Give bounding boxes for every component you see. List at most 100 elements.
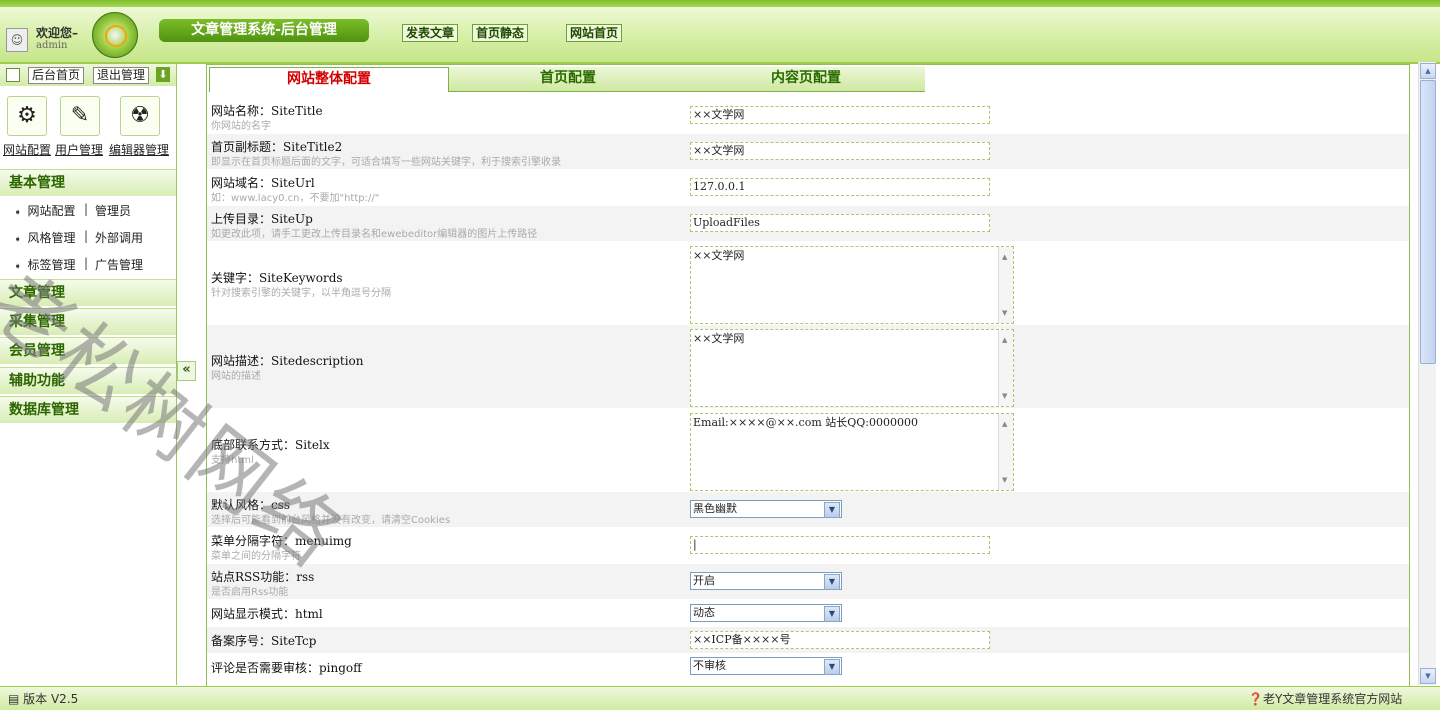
form-row-site-url: 网站域名：SiteUrl 如：www.lacy0.cn，不要加"http://"…: [207, 170, 1409, 205]
contact-textarea[interactable]: Email:××××@××.com 站长QQ:0000000 ▲ ▼: [690, 413, 1014, 491]
document-icon: ▤: [8, 692, 24, 706]
top-header: ☺ 欢迎您– admin 文章管理系统-后台管理 发表文章 首页静态 网站首页: [0, 0, 1440, 64]
chevron-down-icon[interactable]: ▼: [824, 502, 840, 518]
quick-link-user-management[interactable]: 用户管理: [55, 141, 103, 158]
tab-content-page-config[interactable]: 内容页配置: [687, 67, 925, 92]
quick-link-site-config[interactable]: 网站配置: [3, 141, 51, 158]
menu-item-ad-management[interactable]: 广告管理: [95, 256, 143, 273]
arrow-down-icon[interactable]: ⬇: [156, 67, 170, 82]
status-bar: ▤ 版本 V2.5 ❓老Y文章管理系统官方网站: [0, 686, 1440, 710]
welcome-text: 欢迎您–: [36, 26, 79, 40]
field-hint: 即显示在首页标题后面的文字，可适合填写一些网站关键字，利于搜索引擎收录: [211, 157, 561, 168]
help-icon: ❓: [1248, 692, 1263, 706]
site-url-input[interactable]: 127.0.0.1: [690, 178, 990, 196]
field-hint: 支持html: [211, 455, 254, 466]
field-hint: 选择后可能看到前台风格并没有改变，请清空Cookies: [211, 515, 451, 526]
section-basic-management[interactable]: 基本管理: [0, 169, 176, 196]
header-top-bar: [0, 0, 1440, 7]
form-row-default-style: 默认风格：css 选择后可能看到前台风格并没有改变，请清空Cookies 黑色幽…: [207, 492, 1409, 527]
publish-article-link[interactable]: 发表文章: [402, 24, 459, 42]
official-site-link[interactable]: ❓老Y文章管理系统官方网站: [1248, 690, 1402, 707]
menu-item-tag-management[interactable]: ➧ 标签管理: [14, 256, 76, 273]
system-title: 文章管理系统-后台管理: [159, 19, 369, 42]
version-label: ▤ 版本 V2.5: [8, 692, 79, 706]
menu-item-site-config[interactable]: ➧ 网站配置: [14, 202, 76, 219]
main-panel: 网站整体配置 首页配置 内容页配置 网站名称：SiteTitle 你网站的名字 …: [206, 64, 1410, 687]
field-hint: 如更改此项，请手工更改上传目录名和ewebeditor编辑器的图片上传路径: [211, 229, 538, 240]
scroll-down-icon[interactable]: ▼: [1420, 668, 1436, 684]
logout-button[interactable]: 退出管理: [93, 67, 150, 84]
sidebar-toolbar: 后台首页 退出管理 ⬇: [0, 64, 176, 86]
collapse-sidebar-icon[interactable]: «: [177, 361, 196, 381]
site-title-input[interactable]: ××文学网: [690, 106, 990, 124]
section-article-management[interactable]: 文章管理: [0, 279, 176, 306]
section-member-management[interactable]: 会员管理: [0, 337, 176, 364]
section-auxiliary-functions[interactable]: 辅助功能: [0, 367, 176, 394]
gears-icon[interactable]: ⚙: [7, 96, 47, 136]
chevron-down-icon[interactable]: ▼: [824, 574, 840, 590]
default-style-select[interactable]: 黑色幽默 ▼: [690, 500, 842, 518]
textarea-scrollbar[interactable]: ▲ ▼: [998, 247, 1013, 323]
menu-item-style-management[interactable]: ➧ 风格管理: [14, 229, 76, 246]
display-mode-select[interactable]: 动态 ▼: [690, 604, 842, 622]
separator: |: [84, 202, 89, 216]
description-textarea[interactable]: ××文学网 ▲ ▼: [690, 329, 1014, 407]
form-row-menu-separator: 菜单分隔字符：menuimg 菜单之间的分隔字符 |: [207, 528, 1409, 563]
upload-dir-input[interactable]: UploadFiles: [690, 214, 990, 232]
form-row-icp: 备案序号：SiteTcp ××ICP备××××号: [207, 627, 1409, 653]
welcome-box: ☺ 欢迎您– admin: [0, 12, 88, 60]
user-icon: ☺: [6, 28, 28, 52]
menu-item-administrator[interactable]: 管理员: [95, 202, 131, 219]
admin-home-button[interactable]: 后台首页: [28, 67, 85, 84]
quick-link-editor-management[interactable]: 编辑器管理: [109, 141, 169, 158]
section-database-management[interactable]: 数据库管理: [0, 396, 176, 423]
scrollbar-thumb[interactable]: [1420, 80, 1436, 364]
site-subtitle-input[interactable]: ××文学网: [690, 142, 990, 160]
menu-separator-input[interactable]: |: [690, 536, 990, 554]
form-row-site-title: 网站名称：SiteTitle 你网站的名字 ××文学网: [207, 98, 1409, 133]
textarea-scrollbar[interactable]: ▲ ▼: [998, 330, 1013, 406]
form-row-description: 网站描述：Sitedescription 网站的描述 ××文学网 ▲ ▼: [207, 325, 1409, 408]
form-row-contact: 底部联系方式：Sitelx 支持html Email:××××@××.com 站…: [207, 409, 1409, 491]
username: admin: [36, 40, 68, 51]
users-icon[interactable]: ✎: [60, 96, 100, 136]
form-row-display-mode: 网站显示模式：html 动态 ▼: [207, 600, 1409, 626]
homepage-static-link[interactable]: 首页静态: [472, 24, 529, 42]
scroll-up-icon[interactable]: ▲: [1420, 63, 1436, 79]
field-hint: 你网站的名字: [211, 121, 271, 132]
field-hint: 针对搜索引擎的关键字，以半角逗号分隔: [211, 288, 391, 299]
keywords-textarea[interactable]: ××文学网 ▲ ▼: [690, 246, 1014, 324]
field-hint: 网站的描述: [211, 371, 261, 382]
form-row-site-subtitle: 首页副标题：SiteTitle2 即显示在首页标题后面的文字，可适合填写一些网站…: [207, 134, 1409, 169]
field-label: 备案序号：SiteTcp: [211, 634, 317, 648]
comment-review-select[interactable]: 不审核 ▼: [690, 657, 842, 675]
field-label: 网站显示模式：html: [211, 607, 323, 621]
menu-item-external-call[interactable]: 外部调用: [95, 229, 143, 246]
chevron-down-icon[interactable]: ▼: [824, 606, 840, 622]
arrow-right-icon: ➧: [14, 235, 22, 245]
arrow-right-icon: ➧: [14, 262, 22, 272]
textarea-scrollbar[interactable]: ▲ ▼: [998, 414, 1013, 490]
form-row-rss: 站点RSS功能：rss 是否启用Rss功能 开启 ▼: [207, 564, 1409, 599]
page-scrollbar[interactable]: ▲ ▼: [1418, 62, 1436, 685]
tab-homepage-config[interactable]: 首页配置: [449, 67, 687, 92]
form-row-upload-dir: 上传目录：SiteUp 如更改此项，请手工更改上传目录名和ewebeditor编…: [207, 206, 1409, 241]
form-row-comment-review: 评论是否需要审核：pingoff 不审核 ▼: [207, 654, 1409, 684]
field-hint: 如：www.lacy0.cn，不要加"http://": [211, 193, 380, 204]
field-hint: 是否启用Rss功能: [211, 587, 289, 598]
chevron-down-icon[interactable]: ▼: [824, 659, 840, 675]
calendar-icon: [6, 68, 20, 82]
sidebar: 后台首页 退出管理 ⬇ ⚙ ✎ ☢ 网站配置 用户管理 编辑器管理 基本管理 ➧…: [0, 64, 177, 685]
site-home-link[interactable]: 网站首页: [566, 24, 623, 42]
form-row-keywords: 关键字：SiteKeywords 针对搜索引擎的关键字，以半角逗号分隔 ××文学…: [207, 242, 1409, 324]
icp-input[interactable]: ××ICP备××××号: [690, 631, 990, 649]
tab-bar: 网站整体配置 首页配置 内容页配置: [207, 65, 1409, 93]
separator: |: [84, 256, 89, 270]
tab-site-config[interactable]: 网站整体配置: [209, 67, 449, 92]
section-collection-management[interactable]: 采集管理: [0, 308, 176, 335]
separator: |: [84, 229, 89, 243]
arrow-right-icon: ➧: [14, 208, 22, 218]
logo-icon: [92, 12, 138, 58]
rss-select[interactable]: 开启 ▼: [690, 572, 842, 590]
radiation-icon[interactable]: ☢: [120, 96, 160, 136]
